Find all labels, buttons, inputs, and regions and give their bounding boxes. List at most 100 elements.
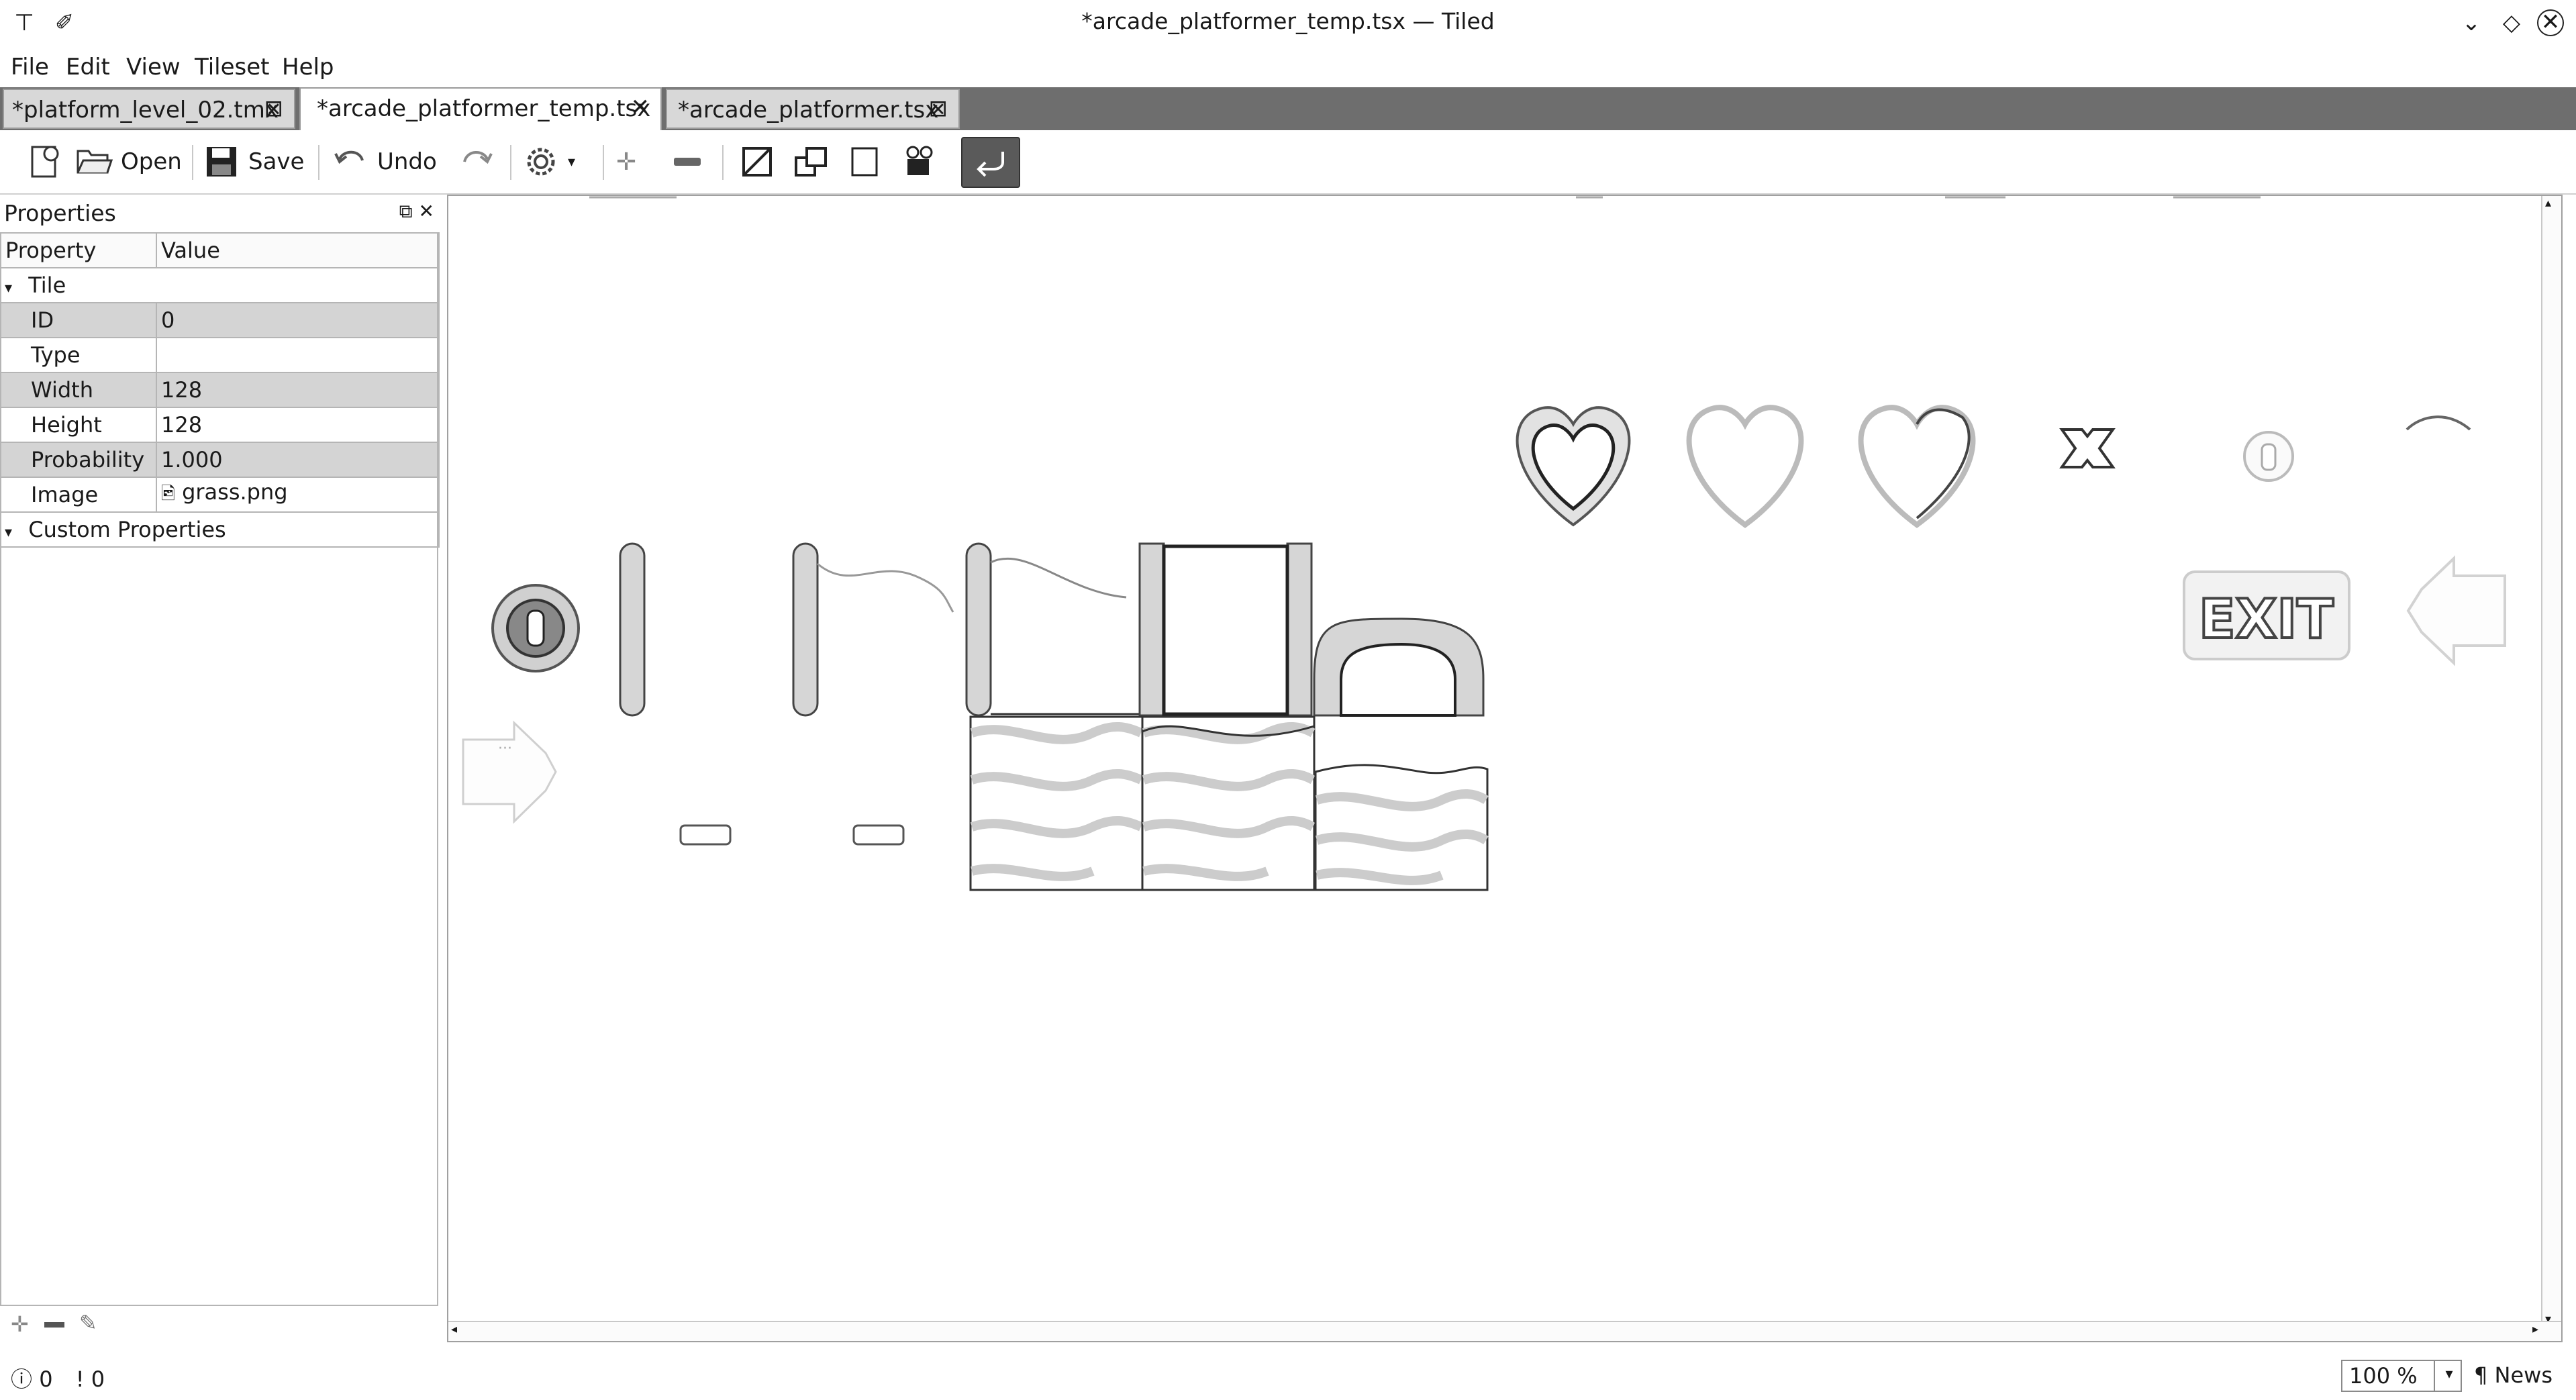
minimize-icon[interactable]: ⌄ (2458, 9, 2485, 36)
close-window-icon[interactable]: ✕ (2537, 9, 2564, 36)
float-panel-icon[interactable]: ⧉ (399, 200, 413, 222)
exit-sign-tile[interactable]: EXIT (2183, 570, 2350, 660)
menu-edit[interactable]: Edit (66, 54, 110, 81)
small-platform-tile-2[interactable] (852, 824, 905, 846)
collision-editor-button[interactable] (791, 140, 831, 184)
small-coin-tile[interactable] (2243, 431, 2294, 482)
menu-bar: File Edit View Tileset Help (0, 47, 2576, 86)
tab-arcade-platformer[interactable]: *arcade_platformer.tsx ⊠ (666, 89, 960, 129)
tab-platform-level-02[interactable]: *platform_level_02.tmx ⊠ (3, 89, 295, 129)
settings-dropdown-button[interactable]: ▾ (521, 140, 575, 184)
property-value[interactable]: 0 (156, 302, 440, 338)
menu-file[interactable]: File (11, 54, 49, 81)
redo-button[interactable] (456, 140, 497, 184)
tab-label: *platform_level_02.tmx (12, 97, 279, 123)
flag-tile-2[interactable] (965, 542, 1140, 717)
property-value[interactable]: 128 (156, 407, 440, 443)
scroll-up-icon[interactable]: ▴ (2545, 196, 2551, 210)
tile-animation-button[interactable] (844, 140, 885, 184)
water-tile-3[interactable] (1314, 764, 1489, 891)
news-icon: ¶ (2474, 1362, 2488, 1388)
arc-tile[interactable] (2406, 415, 2471, 431)
small-platform-tile-1[interactable] (679, 824, 732, 846)
return-arrow-icon (977, 152, 1004, 177)
rename-property-icon[interactable]: ✎ (79, 1310, 97, 1336)
title-bar: ⊤ ✐ *arcade_platformer_temp.tsx — Tiled … (0, 0, 2576, 47)
properties-footer: ✛ ✎ (0, 1307, 440, 1345)
property-value[interactable]: 128 (156, 372, 440, 408)
post-tile[interactable] (619, 542, 646, 717)
remove-property-icon[interactable] (44, 1322, 64, 1328)
table-row[interactable]: Probability 1.000 (0, 442, 440, 478)
news-button[interactable]: ¶ News (2474, 1362, 2553, 1388)
table-row[interactable]: Type (0, 337, 440, 373)
tab-label: *arcade_platformer_temp.tsx (317, 95, 651, 122)
scroll-right-icon[interactable]: ▸ (2532, 1322, 2538, 1336)
edit-terrain-button[interactable] (737, 140, 777, 184)
redo-icon (463, 151, 493, 164)
door-tile[interactable] (1138, 542, 1313, 717)
table-row[interactable]: Height 128 (0, 407, 440, 443)
expand-arrow-icon[interactable]: ▾ (5, 524, 12, 541)
open-button[interactable]: Open (74, 140, 182, 184)
zoom-dropdown-icon[interactable]: ▾ (2434, 1360, 2463, 1392)
menu-view[interactable]: View (126, 54, 181, 81)
properties-table: Property Value ▾ Tile ID 0 Type Width 12… (0, 232, 440, 548)
add-tile-button[interactable]: ✛ (616, 140, 636, 184)
menu-tileset[interactable]: Tileset (195, 54, 270, 81)
toolbar-separator (510, 145, 511, 180)
column-header-property[interactable]: Property (0, 232, 157, 268)
column-header-value[interactable]: Value (156, 232, 440, 268)
expand-arrow-icon[interactable]: ▾ (5, 280, 12, 297)
gear-icon (527, 148, 555, 176)
vertical-scrollbar[interactable]: ▴ ▾ (2541, 196, 2561, 1341)
close-tab-icon[interactable]: ⊠ (929, 95, 948, 122)
warning-count: 0 (91, 1366, 105, 1392)
properties-panel: Properties ⧉ ✕ Property Value ▾ Tile ID … (0, 196, 440, 1334)
undo-label: Undo (377, 148, 437, 175)
water-tile-1[interactable] (969, 715, 1144, 891)
group-row-tile[interactable]: ▾ Tile (1, 267, 440, 303)
animation-editor-button[interactable] (899, 140, 940, 184)
horizontal-scrollbar[interactable]: ◂ ▸ (448, 1321, 2561, 1341)
exit-sign-text: EXIT (2199, 588, 2334, 650)
new-button[interactable] (26, 140, 66, 184)
tileset-view[interactable]: ··· EXIT (448, 196, 2541, 1321)
scroll-left-icon[interactable]: ◂ (451, 1322, 457, 1336)
panel-header-controls: ⧉ ✕ (399, 200, 434, 223)
save-label: Save (248, 148, 305, 175)
undo-button[interactable]: Undo (330, 140, 437, 184)
tileset-canvas[interactable]: ··· EXIT ▴ ▾ ◂ ▸ (447, 195, 2563, 1342)
remove-tile-button[interactable] (674, 140, 701, 184)
property-value-image[interactable]: 🖻 grass.png (156, 477, 440, 513)
table-row[interactable]: Image 🖻 grass.png (0, 477, 440, 513)
issues-indicator[interactable]: ⓘ 0 ! 0 (11, 1362, 105, 1393)
arrow-right-tile[interactable]: ··· (462, 720, 557, 824)
arrow-left-tile[interactable] (2406, 555, 2506, 666)
add-property-icon[interactable]: ✛ (11, 1311, 29, 1337)
close-panel-icon[interactable]: ✕ (419, 200, 434, 222)
close-tab-icon[interactable]: ⊠ (264, 95, 284, 122)
table-row[interactable]: Width 128 (0, 372, 440, 408)
new-file-icon (31, 146, 59, 178)
save-button[interactable]: Save (201, 140, 304, 184)
menu-help[interactable]: Help (282, 54, 334, 81)
heart-full-tile[interactable] (1516, 406, 1631, 527)
water-tile-2[interactable] (1141, 715, 1316, 891)
coin-tile[interactable] (491, 584, 580, 672)
close-tab-icon[interactable]: ✕ (631, 94, 650, 121)
status-bar: ⓘ 0 ! 0 100 % ▾ ¶ News (0, 1348, 2576, 1400)
heart-half-tile[interactable] (1858, 405, 1976, 528)
maximize-icon[interactable]: ◇ (2498, 9, 2525, 36)
heart-empty-tile[interactable] (1686, 405, 1804, 528)
tab-arcade-platformer-temp[interactable]: *arcade_platformer_temp.tsx ✕ (299, 87, 662, 130)
table-row[interactable]: ID 0 (0, 302, 440, 338)
arch-tile[interactable] (1313, 617, 1485, 717)
close-x-tile[interactable] (2059, 428, 2116, 468)
flag-tile-1[interactable] (792, 542, 954, 717)
image-file-icon: 🖻 (161, 483, 175, 504)
property-value[interactable]: 1.000 (156, 442, 440, 478)
group-row-custom[interactable]: ▾ Custom Properties (1, 511, 440, 548)
dynamic-wrapping-toggle[interactable] (961, 137, 1020, 188)
property-value[interactable] (156, 337, 440, 373)
